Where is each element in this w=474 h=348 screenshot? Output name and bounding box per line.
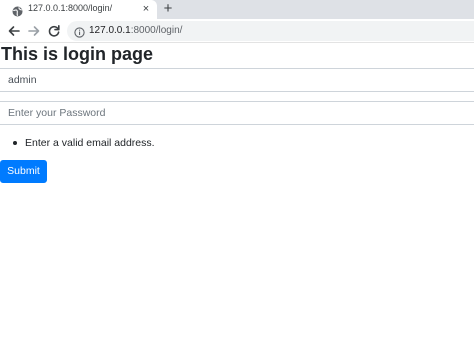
- arrow-right-icon[interactable]: [26, 23, 42, 39]
- browser-tab[interactable]: 127.0.0.1:8000/login/ ×: [0, 0, 157, 19]
- browser-toolbar: 127.0.0.1:8000/login/: [0, 19, 474, 43]
- bullet-icon: [13, 141, 17, 145]
- close-icon[interactable]: ×: [140, 3, 152, 15]
- password-input[interactable]: [0, 101, 474, 125]
- page-title: This is login page: [1, 44, 154, 64]
- page-content: This is login page Enter a valid email a…: [0, 43, 474, 348]
- submit-button[interactable]: Submit: [0, 160, 47, 183]
- globe-icon: [12, 4, 23, 17]
- new-tab-plus-icon[interactable]: +: [160, 1, 176, 17]
- address-url: 127.0.0.1:8000/login/: [89, 25, 182, 36]
- browser-tab-strip: 127.0.0.1:8000/login/ × +: [0, 0, 474, 19]
- address-path: :8000/login/: [130, 25, 183, 36]
- arrow-left-icon[interactable]: [6, 23, 22, 39]
- address-host: 127.0.0.1: [89, 25, 131, 36]
- tab-title: 127.0.0.1:8000/login/: [28, 3, 113, 13]
- reload-icon[interactable]: [46, 23, 62, 39]
- error-message: Enter a valid email address.: [25, 137, 155, 149]
- username-input[interactable]: [0, 68, 474, 92]
- info-icon[interactable]: [74, 25, 85, 38]
- address-bar[interactable]: 127.0.0.1:8000/login/: [67, 21, 474, 41]
